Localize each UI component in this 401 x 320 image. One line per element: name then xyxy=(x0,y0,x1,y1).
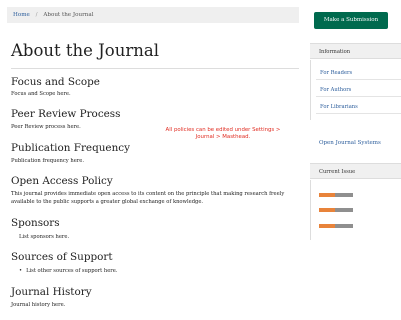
issue-badge[interactable] xyxy=(319,208,353,212)
make-submission-button[interactable]: Make a Submission xyxy=(314,12,388,29)
breadcrumb-current: About the Journal xyxy=(43,12,94,18)
section-text-focus-scope: Focus and Scope here. xyxy=(11,91,71,97)
section-heading-publication-frequency: Publication Frequency xyxy=(11,142,130,154)
information-block-title: Information xyxy=(310,43,401,59)
policy-edit-notice: All policies can be edited under Setting… xyxy=(165,127,281,140)
open-journal-systems-link[interactable]: Open Journal Systems xyxy=(319,140,381,146)
section-heading-focus-scope: Focus and Scope xyxy=(11,76,100,88)
section-text-sponsors: List sponsors here. xyxy=(19,234,70,240)
section-text-open-access: This journal provides immediate open acc… xyxy=(11,191,285,205)
issue-badge[interactable] xyxy=(319,224,353,228)
sidebar-link-for-librarians[interactable]: For Librarians xyxy=(316,101,401,114)
section-heading-sponsors: Sponsors xyxy=(11,217,60,229)
breadcrumb: Home / About the Journal xyxy=(7,7,299,23)
breadcrumb-separator: / xyxy=(35,12,38,18)
page-title: About the Journal xyxy=(11,41,159,60)
section-heading-journal-history: Journal History xyxy=(11,286,92,298)
main-content: Home / About the Journal About the Journ… xyxy=(0,0,302,320)
section-text-peer-review: Peer Review process here. xyxy=(11,124,81,130)
breadcrumb-home-link[interactable]: Home xyxy=(13,12,30,18)
section-heading-open-access: Open Access Policy xyxy=(11,175,113,187)
section-text-sources-support: List other sources of support here. xyxy=(19,268,117,274)
sidebar-link-for-authors[interactable]: For Authors xyxy=(316,84,401,97)
section-heading-peer-review: Peer Review Process xyxy=(11,108,121,120)
sidebar: Make a Submission Information For Reader… xyxy=(310,0,401,320)
issue-badge-orange xyxy=(319,193,335,197)
issue-badge-grey xyxy=(335,224,353,228)
issue-badge-grey xyxy=(335,193,353,197)
issue-badge-orange xyxy=(319,208,335,212)
sidebar-link-for-readers[interactable]: For Readers xyxy=(316,67,401,80)
issue-badge-grey xyxy=(335,208,353,212)
issue-badge[interactable] xyxy=(319,193,353,197)
section-text-journal-history: Journal history here. xyxy=(11,302,66,308)
title-divider xyxy=(11,68,299,69)
issue-badge-orange xyxy=(319,224,335,228)
information-block: For Readers For Authors For Librarians xyxy=(310,60,401,120)
current-issue-block xyxy=(310,180,401,240)
section-text-publication-frequency: Publication frequency here. xyxy=(11,158,84,164)
section-heading-sources-support: Sources of Support xyxy=(11,251,113,263)
current-issue-block-title: Current Issue xyxy=(310,163,401,179)
